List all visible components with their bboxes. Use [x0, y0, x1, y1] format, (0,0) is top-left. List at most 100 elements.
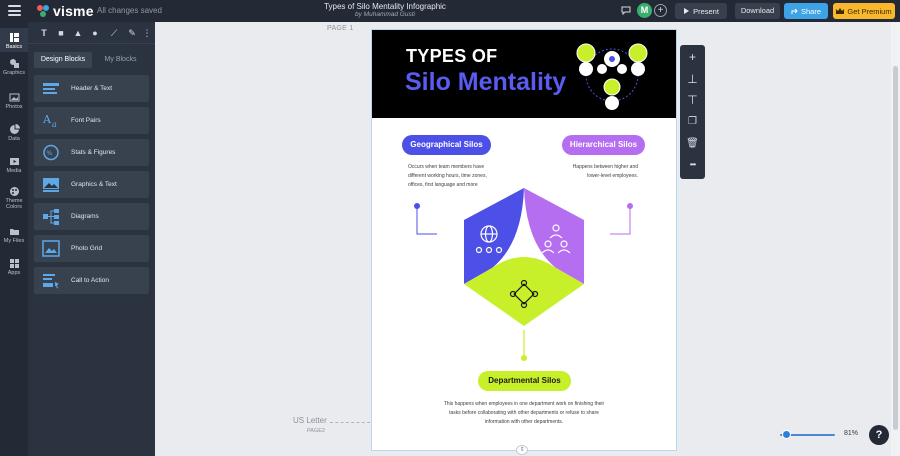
basics-icon	[9, 33, 19, 42]
page-resize-handle[interactable]: ⇕	[516, 445, 528, 455]
rail-item-basics[interactable]: Basics	[0, 28, 28, 52]
left-rail: Basics Graphics Photos Data Media Theme …	[0, 22, 28, 456]
page-divider	[330, 422, 370, 423]
pen-tool-icon[interactable]: ✎	[127, 28, 137, 38]
departmental-silos-label[interactable]: Departmental Silos	[478, 371, 571, 391]
geographical-silos-label[interactable]: Geographical Silos	[402, 135, 491, 155]
document-title[interactable]: Types of Silo Mentality Infographic	[300, 2, 470, 11]
rail-item-media[interactable]: Media	[0, 156, 28, 174]
visme-logo-icon	[37, 5, 49, 17]
zoom-level: 81%	[844, 430, 859, 437]
svg-text:A: A	[42, 113, 52, 126]
share-icon	[791, 8, 798, 14]
rail-label: My Files	[3, 238, 25, 244]
page-label: PAGE 1	[327, 25, 354, 32]
photo-icon	[9, 93, 19, 102]
play-icon	[684, 8, 690, 14]
comment-icon[interactable]	[621, 6, 631, 15]
block-graphics-text[interactable]: Graphics & Text	[34, 171, 149, 198]
svg-text:%: %	[47, 150, 53, 157]
get-premium-button[interactable]: Get Premium	[833, 3, 895, 19]
graphics-icon	[9, 59, 19, 68]
font-pairs-icon: Aa	[42, 113, 57, 129]
avatar[interactable]: M	[637, 3, 652, 18]
crown-icon	[836, 8, 845, 14]
next-page-label: PAGE2	[307, 428, 325, 434]
more-options-icon[interactable]: •••	[686, 158, 699, 171]
download-button[interactable]: Download	[735, 3, 780, 19]
duplicate-page-icon[interactable]: ❐	[686, 115, 699, 128]
triangle-tool-icon[interactable]: ▲	[73, 28, 83, 38]
block-label: Header & Text	[71, 85, 113, 92]
title-line-2[interactable]: Silo Mentality	[405, 68, 566, 97]
departmental-silos-desc[interactable]: This happens when employees in one depar…	[442, 400, 606, 427]
visme-logo[interactable]: visme	[36, 3, 94, 19]
block-diagrams[interactable]: Diagrams	[34, 203, 149, 230]
block-label: Font Pairs	[71, 117, 101, 124]
present-button[interactable]: Present	[675, 3, 727, 19]
line-tool-icon[interactable]: ⟋	[109, 28, 119, 38]
block-label: Call to Action	[71, 277, 109, 284]
share-button[interactable]: Share	[784, 3, 828, 19]
folder-icon	[9, 229, 19, 235]
graphics-text-icon	[43, 178, 59, 192]
block-photo-grid[interactable]: Photo Grid	[34, 235, 149, 262]
call-to-action-icon	[43, 274, 59, 289]
rail-item-data[interactable]: Data	[0, 124, 28, 142]
block-call-to-action[interactable]: Call to Action	[34, 267, 149, 294]
rail-item-photos[interactable]: Photos	[0, 92, 28, 110]
media-icon	[9, 158, 19, 165]
block-label: Diagrams	[71, 213, 99, 220]
block-label: Stats & Figures	[71, 149, 116, 156]
rail-label: Media	[6, 168, 22, 174]
delete-page-icon[interactable]: 🗑	[686, 137, 699, 150]
rail-label: Data	[8, 136, 20, 142]
stats-figures-icon: %	[43, 144, 59, 161]
more-tools-icon[interactable]: ⋮	[142, 28, 152, 38]
document-author: by Muhammad Gusti	[355, 11, 415, 18]
rail-item-apps[interactable]: Apps	[0, 258, 28, 276]
add-collaborator-button[interactable]: +	[654, 4, 667, 17]
apps-grid-icon	[9, 259, 19, 268]
diagram-icon	[43, 209, 59, 225]
blocks-panel: T ■ ▲ ● ⟋ ✎ ⋮ Design Blocks My Blocks He…	[28, 22, 155, 456]
hero-banner[interactable]: TYPES OF Silo Mentality	[372, 30, 676, 118]
block-font-pairs[interactable]: Aa Font Pairs	[34, 107, 149, 134]
insert-below-icon[interactable]: ⊤	[686, 94, 699, 107]
top-bar: visme All changes saved Types of Silo Me…	[0, 0, 900, 22]
add-page-icon[interactable]: +	[686, 51, 699, 64]
tab-design-blocks[interactable]: Design Blocks	[34, 52, 92, 68]
scroll-thumb[interactable]	[893, 66, 898, 430]
page-size-label: US Letter	[293, 416, 327, 425]
rail-item-theme-colors[interactable]: Theme Colors	[0, 186, 28, 210]
rail-item-graphics[interactable]: Graphics	[0, 58, 28, 76]
zoom-slider-knob[interactable]	[781, 430, 791, 439]
pie-chart-icon	[9, 124, 20, 134]
zoom-control: 81%	[772, 428, 864, 442]
block-header-text[interactable]: Header & Text	[34, 75, 149, 102]
block-stats-figures[interactable]: % Stats & Figures	[34, 139, 149, 166]
silo-hexagon-diagram[interactable]	[372, 180, 676, 370]
hierarchical-silos-desc[interactable]: Happens between higher and lower-level e…	[568, 163, 638, 181]
hierarchical-silos-label[interactable]: Hierarchical Silos	[562, 135, 645, 155]
insert-above-icon[interactable]: ⊥	[686, 73, 699, 86]
share-label: Share	[800, 6, 821, 16]
help-button[interactable]: ?	[869, 425, 889, 445]
panel-tabs: Design Blocks My Blocks	[34, 52, 149, 68]
premium-label: Get Premium	[847, 6, 892, 16]
block-label: Graphics & Text	[71, 181, 117, 188]
rail-label: Apps	[7, 270, 21, 276]
people-network-illustration[interactable]	[572, 35, 652, 115]
menu-icon[interactable]	[8, 5, 21, 16]
tab-my-blocks[interactable]: My Blocks	[92, 52, 149, 68]
palette-icon	[9, 187, 19, 196]
circle-tool-icon[interactable]: ●	[90, 28, 100, 38]
rail-item-my-files[interactable]: My Files	[0, 226, 28, 244]
app-name: visme	[53, 3, 94, 19]
rail-label: Theme Colors	[5, 198, 23, 210]
rectangle-tool-icon[interactable]: ■	[56, 28, 66, 38]
text-tool-icon[interactable]: T	[39, 28, 49, 38]
title-line-1[interactable]: TYPES OF	[406, 46, 497, 67]
canvas-scrollbar[interactable]	[891, 22, 900, 456]
infographic-page[interactable]: TYPES OF Silo Mentality Geographical Sil…	[372, 30, 676, 450]
